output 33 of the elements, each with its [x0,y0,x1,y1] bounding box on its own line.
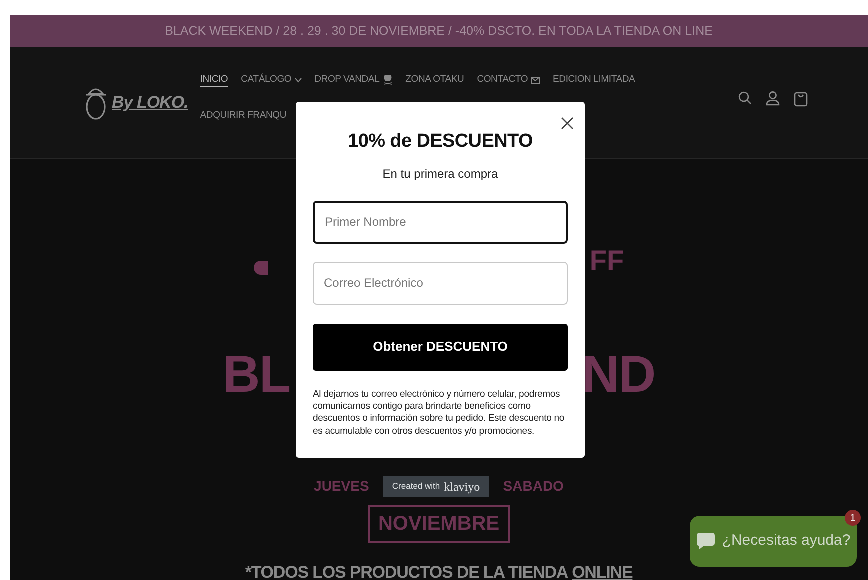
nav-link[interactable]: INICIO [200,73,228,88]
chat-bubble-icon [696,532,716,551]
input-field[interactable]: Primer Nombre [313,200,568,244]
shopping-bag-icon[interactable] [794,91,808,107]
nav-link[interactable]: DROP VANDAL [314,73,393,88]
store-logo[interactable]: By LOKO. [112,90,188,116]
online-link[interactable]: ONLINE [572,560,633,580]
nav-link[interactable]: CATÁLOGO [241,73,302,88]
user-icon[interactable] [766,91,780,106]
disclaimer-text: Al dejarnos tu correo electrónico y número celular, podremos comunicarnos contigo para brindarte beneficios como descuentos o información sobre tu pedido. Este descuento no es acumulable con otros descuentos y/o promociones. [313,388,566,438]
mail-icon [531,76,540,84]
notification-badge: 1 [845,510,861,526]
day-label: JUEVES [314,477,370,496]
popup-subtitle: En tu primera compra [382,166,500,182]
hero-heading-fragment: BL [222,350,290,400]
hero-heading-fragment: ND [582,350,656,400]
month-banner: NOVIEMBRE [368,505,510,543]
hero-heading-fragment: FF [590,247,624,275]
nav-link[interactable]: ADQUIRIR FRANQU [200,109,286,124]
promo-footnote: *TODOS LOS PRODUCTOS DE LA TIENDA [245,562,568,580]
close-icon[interactable] [561,117,574,130]
get-discount-button[interactable]: Obtener DESCUENTO [313,324,568,370]
day-label: SABADO [503,477,564,496]
hero-bar-shape [254,261,268,275]
nav-link[interactable]: CONTACTO [477,73,540,88]
search-icon[interactable] [738,91,752,105]
klaviyo-badge[interactable]: Created with klaviyo [383,476,490,497]
chevron-down-icon [294,78,302,83]
announcement-text: BLACK WEEKEND / 28 . 29 . 30 DE NOVIEMBRE / -40% DSCTO. EN TODA LA TIENDA ON LINE [165,22,713,40]
nav-link[interactable]: EDICION LIMITADA [553,73,636,88]
skull-icon [382,75,393,86]
popup-title: 10% de DESCUENTO [347,130,534,154]
nav-link[interactable]: ZONA OTAKU [406,73,464,88]
